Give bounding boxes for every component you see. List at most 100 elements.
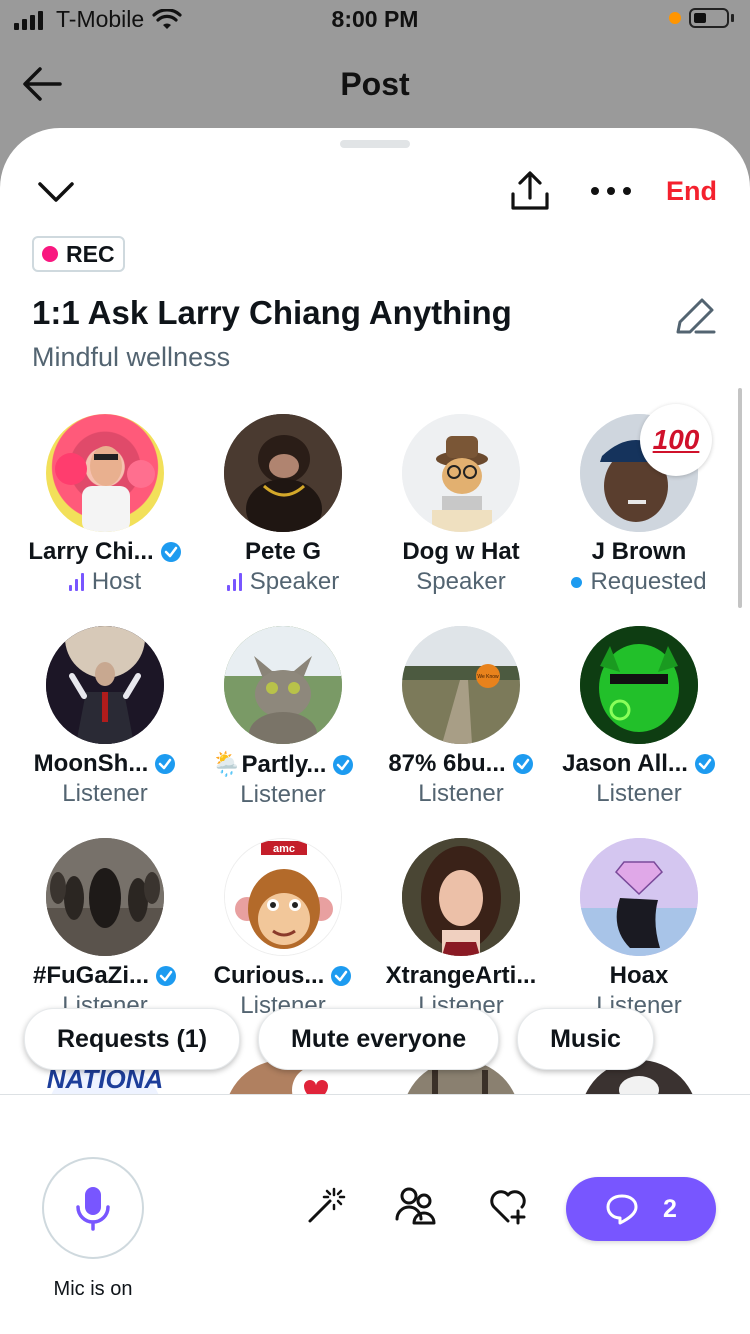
avatar-art	[402, 838, 520, 956]
edit-pencil-icon[interactable]	[672, 294, 718, 338]
comments-button[interactable]: 2	[566, 1177, 716, 1241]
avatar	[402, 838, 520, 956]
request-dot-icon	[571, 576, 583, 588]
avatar: We Know	[402, 626, 520, 744]
requests-chip[interactable]: Requests (1)	[24, 1008, 241, 1070]
participant-card[interactable]: Hoax Listener	[550, 838, 728, 1020]
space-title: 1:1 Ask Larry Chiang Anything	[32, 294, 512, 331]
chevron-down-icon[interactable]	[34, 172, 78, 212]
verified-badge-icon	[331, 966, 352, 986]
mute-everyone-chip[interactable]: Mute everyone	[258, 1008, 500, 1070]
avatar	[224, 414, 342, 532]
rec-dot-icon	[42, 246, 58, 262]
participant-name: Curious...	[213, 962, 325, 989]
participant-name: 87% 6bu...	[388, 750, 506, 777]
participant-card[interactable]: amc Curious... Listener	[194, 838, 372, 1020]
recording-badge: REC	[32, 236, 125, 272]
avatar-art	[580, 626, 698, 744]
avatar-art	[46, 838, 164, 956]
avatar	[46, 838, 164, 956]
participant-card[interactable]: Larry Chi... Host	[16, 414, 194, 596]
participant-name: 🌦️Partly...	[211, 751, 327, 778]
battery-tip	[731, 14, 734, 22]
participant-card[interactable]: MoonSh... Listener	[16, 626, 194, 808]
speaking-bars-icon	[226, 573, 242, 591]
avatar	[402, 414, 520, 532]
verified-badge-icon	[694, 754, 715, 774]
participant-name: Pete G	[244, 538, 322, 565]
participant-name: Larry Chi...	[28, 538, 154, 565]
space-subtitle: Mindful wellness	[32, 342, 231, 372]
participant-role: Speaker	[249, 568, 340, 595]
heart-plus-icon[interactable]	[486, 1183, 530, 1227]
reaction-100-badge: 100	[640, 404, 712, 476]
avatar	[46, 626, 164, 744]
participant-role: Listener	[62, 780, 148, 807]
avatar-art	[55, 446, 155, 532]
comment-bubble-icon	[606, 1194, 638, 1225]
participant-name: MoonSh...	[33, 750, 149, 777]
music-chip[interactable]: Music	[517, 1008, 654, 1070]
participant-name: Dog w Hat	[402, 538, 520, 565]
avatar	[46, 414, 164, 532]
avatar-art	[224, 626, 342, 744]
speaking-bars-icon	[68, 573, 84, 591]
share-icon[interactable]	[508, 168, 552, 214]
status-bar: T-Mobile 8:00 PM	[0, 0, 750, 40]
avatar-art: We Know	[402, 626, 520, 744]
rec-label: REC	[66, 240, 115, 267]
avatar	[580, 838, 698, 956]
microphone-icon	[76, 1187, 110, 1231]
verified-badge-icon	[156, 966, 176, 986]
avatar-sign-text: We Know	[477, 674, 499, 680]
end-space-button[interactable]: End	[666, 176, 717, 207]
comments-count: 2	[663, 1194, 677, 1223]
avatar-logo-text: amc	[273, 843, 295, 855]
participant-name: J Brown	[591, 538, 687, 565]
participant-name: Jason All...	[562, 750, 688, 777]
avatar	[580, 626, 698, 744]
avatar-art	[580, 838, 698, 956]
avatar	[224, 626, 342, 744]
more-options-icon[interactable]	[588, 178, 634, 204]
sheet-handle[interactable]	[340, 140, 410, 148]
participant-role: Listener	[418, 780, 504, 807]
avatar: amc	[224, 838, 342, 956]
people-icon[interactable]	[394, 1183, 438, 1227]
avatar-art: amc	[225, 839, 341, 955]
avatar-art	[46, 626, 164, 744]
verified-badge-icon	[160, 542, 181, 562]
avatar-art	[224, 414, 342, 532]
status-right	[669, 8, 734, 28]
participant-role: Host	[91, 568, 142, 595]
magic-wand-icon[interactable]	[304, 1183, 348, 1227]
participant-card[interactable]: Pete G Speaker	[194, 414, 372, 596]
participant-card[interactable]: XtrangeArti... Listener	[372, 838, 550, 1020]
participant-name: Hoax	[609, 962, 669, 989]
participant-card[interactable]: We Know 87% 6bu... Listener	[372, 626, 550, 808]
action-chips: Requests (1) Mute everyone Music	[24, 1008, 654, 1070]
participant-card[interactable]: Dog w Hat Speaker	[372, 414, 550, 596]
participant-role: Speaker	[416, 568, 506, 595]
bottom-controls: Mic is on 2	[0, 1095, 750, 1334]
participant-card[interactable]: 🌦️Partly... Listener	[194, 626, 372, 809]
participant-role: Listener	[596, 780, 682, 807]
mic-status-label: Mic is on	[53, 1278, 133, 1300]
battery-icon	[689, 8, 729, 28]
verified-badge-icon	[512, 754, 533, 774]
page-title: Post	[340, 66, 410, 102]
participant-card[interactable]: #FuGaZi... Listener	[16, 838, 194, 1020]
verified-badge-icon	[155, 754, 176, 774]
participant-card[interactable]: Jason All... Listener	[550, 626, 728, 808]
privacy-indicator-icon	[669, 12, 681, 24]
participant-name: #FuGaZi...	[32, 962, 149, 989]
top-bar: Post	[0, 52, 750, 116]
participant-role: Listener	[240, 781, 326, 808]
space-sheet: End REC 1:1 Ask Larry Chiang Anything Mi…	[0, 128, 750, 1334]
verified-badge-icon	[333, 754, 354, 775]
participant-role: Requested	[590, 568, 707, 595]
scrollbar[interactable]	[738, 388, 742, 608]
mic-button[interactable]	[42, 1157, 144, 1259]
status-time: 8:00 PM	[331, 6, 419, 32]
participant-name: XtrangeArti...	[385, 962, 537, 989]
